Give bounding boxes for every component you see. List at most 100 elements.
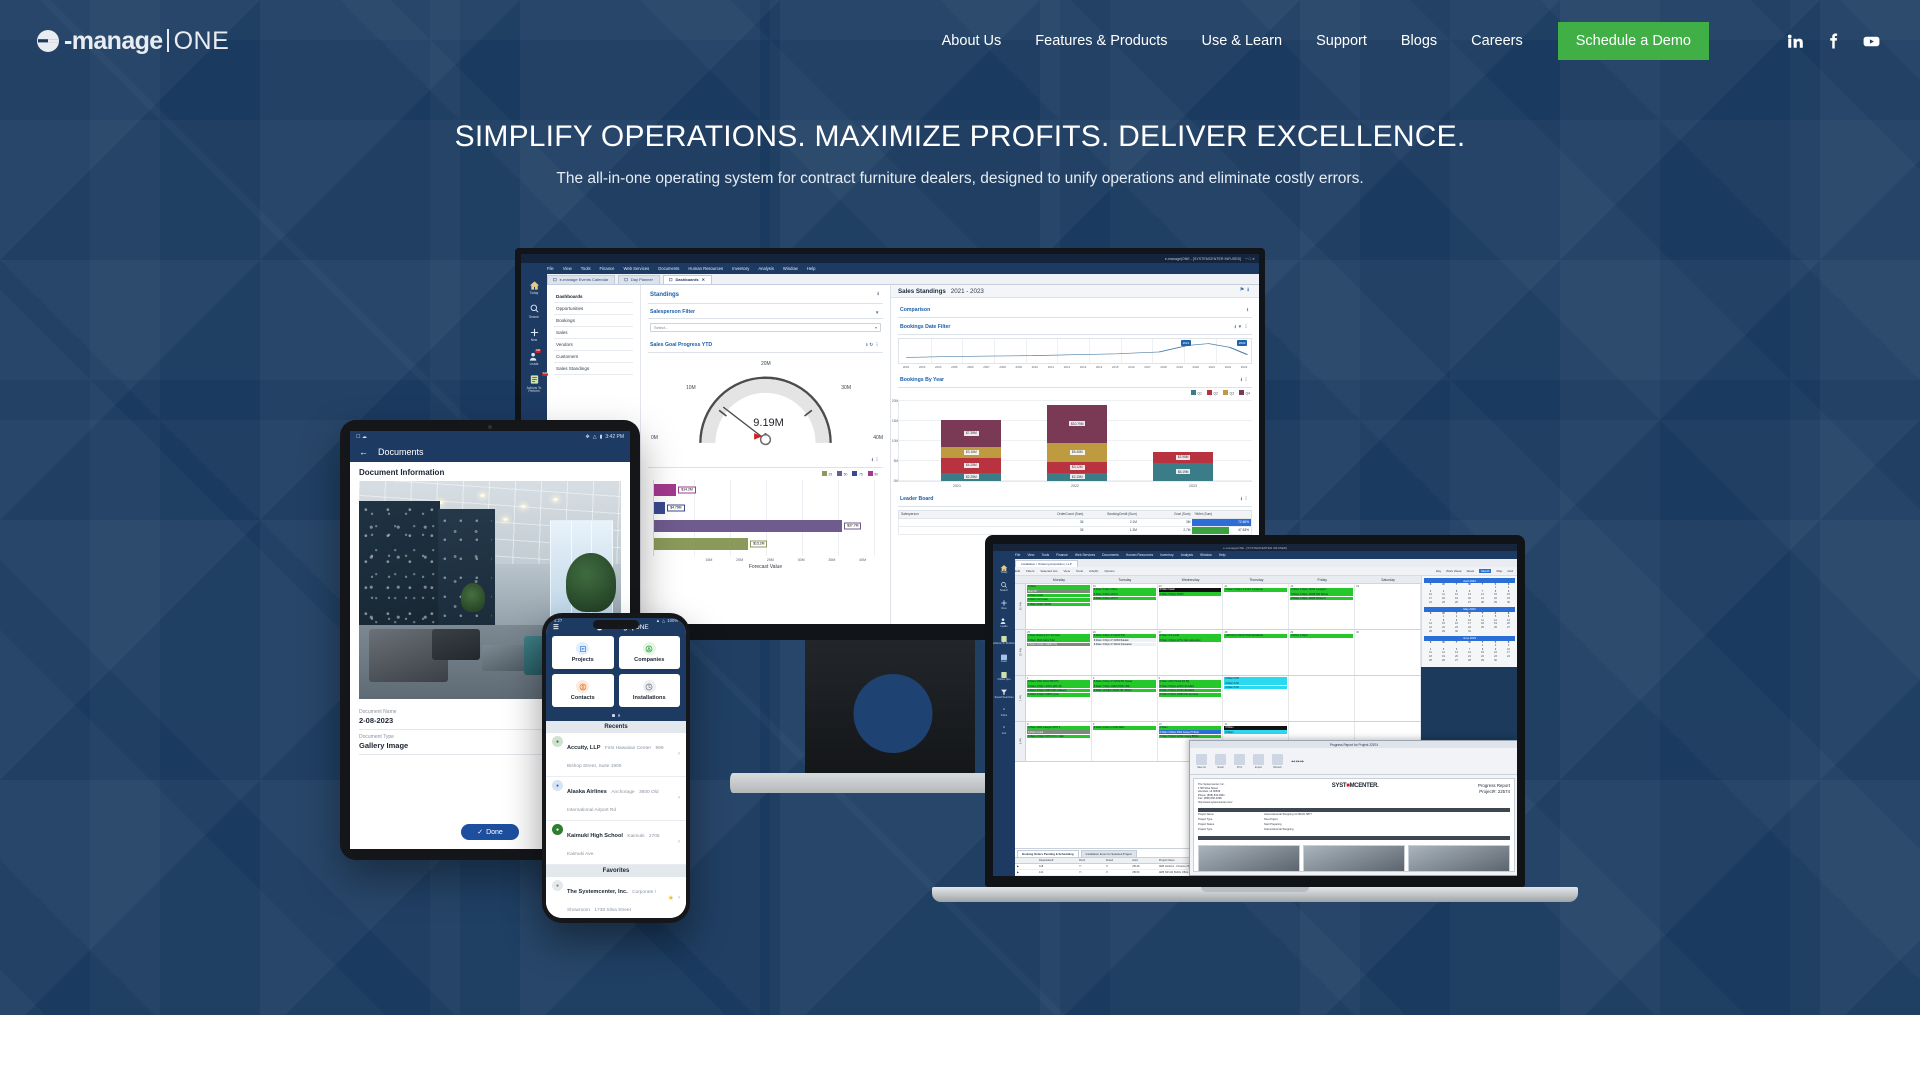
laptop-men-finance[interactable]: Finance xyxy=(1056,553,1068,557)
view-week[interactable]: Week xyxy=(1467,569,1475,573)
facebook-icon[interactable] xyxy=(1822,30,1844,52)
timeline-plot[interactable]: 2021 2023 xyxy=(898,338,1252,364)
toolbar-adv[interactable]: Adv(R) xyxy=(1089,569,1098,573)
arrow-left-icon[interactable]: ← xyxy=(359,447,368,457)
table-row[interactable]: 35 1.3M 2.7M 47.63% xyxy=(898,526,1252,535)
ribbon-save-as[interactable]: Save As xyxy=(1196,753,1207,769)
toolbar-filters[interactable]: Filters xyxy=(1026,569,1034,573)
comparison-export-icon[interactable]: ⭳ xyxy=(1247,306,1250,314)
laptop-rail-new[interactable]: New xyxy=(1000,599,1009,611)
menu-window[interactable]: Window xyxy=(783,266,798,271)
report-pager[interactable]: ◀◀ ◀ ▶ ▶▶ xyxy=(1291,760,1304,763)
nav-bookings[interactable]: Bookings xyxy=(554,315,633,327)
ribbon-email[interactable]: Email xyxy=(1215,753,1226,769)
close-icon[interactable]: ✕ xyxy=(702,277,705,282)
menu-human-resources[interactable]: Human Resources xyxy=(688,266,723,271)
view-day[interactable]: Day xyxy=(1436,569,1441,573)
ribbon-print[interactable]: Print xyxy=(1234,753,1245,769)
laptop-menu-web-services[interactable]: Web Services xyxy=(1075,553,1095,557)
bookings-actions-icon[interactable]: ⭳⋮ xyxy=(1241,376,1250,384)
menu-tools[interactable]: Tools xyxy=(581,266,591,271)
tab-booking-orders[interactable]: Booking Orders Pending & Scheduling xyxy=(1017,850,1079,857)
rail-item-search[interactable]: Search xyxy=(528,303,540,320)
nav-item-about-us[interactable]: About Us xyxy=(925,21,1019,61)
header-actions-icon[interactable]: ⚑⭳ xyxy=(1240,287,1252,295)
leaderboard-actions-icon[interactable]: ⭳⋮ xyxy=(1241,495,1250,503)
laptop-rail-inst[interactable]: ⚙ Inst xyxy=(1000,724,1009,736)
rail-item-today[interactable]: Today xyxy=(528,279,540,296)
menu-finance[interactable]: Finance xyxy=(600,266,615,271)
toolbar-edit[interactable]: Edit xyxy=(1015,569,1020,573)
date-filter-actions-icon[interactable]: ⭳▼⋮ xyxy=(1234,323,1250,331)
laptop-rail-leads[interactable]: Leads xyxy=(1000,617,1009,629)
youtube-icon[interactable] xyxy=(1860,30,1882,52)
mini-calendar[interactable]: June 2023 SMT WTFS 123 4 5 6 7 8 9 10 11 12 13 14… xyxy=(1424,635,1515,662)
list-item[interactable]: ● Kaimuki High School Kaimuki 2705 Kaimu… xyxy=(546,821,686,865)
list-item[interactable]: ● Accuity, LLP First Hawaiian Center 999… xyxy=(546,733,686,777)
view-work-week[interactable]: Work Week xyxy=(1446,569,1461,573)
toolbar-selected-list[interactable]: Selected List xyxy=(1040,569,1057,573)
nav-customers[interactable]: Customers xyxy=(554,351,633,363)
nav-opportunities[interactable]: Opportunities xyxy=(554,303,633,315)
laptop-menu-analysis[interactable]: Analysis xyxy=(1181,553,1193,557)
laptop-menu-view[interactable]: View xyxy=(1027,553,1034,557)
view-month[interactable]: Month xyxy=(1479,569,1492,573)
module-installations[interactable]: Installations xyxy=(618,674,680,707)
laptop-menu-tools[interactable]: Tools xyxy=(1041,553,1049,557)
star-icon[interactable]: ★ xyxy=(668,894,674,902)
mini-calendar[interactable]: April 2023 SMT WTFS 12 3456789 10 11 12 13 1… xyxy=(1424,578,1515,604)
date-filter-from-pill[interactable]: 2021 xyxy=(1180,340,1192,346)
module-contacts[interactable]: Contacts xyxy=(552,674,614,707)
tab-installation-items[interactable]: Installation Items for Selected Project xyxy=(1080,850,1137,857)
nav-sales-standings[interactable]: Sales Standings xyxy=(554,363,633,375)
view-grid[interactable]: Grid xyxy=(1507,569,1513,573)
hamburger-icon[interactable]: ☰ xyxy=(553,623,559,631)
carousel-dots[interactable] xyxy=(546,714,686,721)
toolbar-options[interactable]: Options xyxy=(1104,569,1114,573)
table-row[interactable]: 36 2.1M 3M 72.66% xyxy=(898,518,1252,527)
rail-item-new[interactable]: New xyxy=(528,326,540,343)
view-map[interactable]: Map xyxy=(1496,569,1502,573)
forecast-actions-icon[interactable]: ⭳⋮ xyxy=(872,456,881,464)
nav-item-use-learn[interactable]: Use & Learn xyxy=(1184,21,1299,61)
date-filter-to-pill[interactable]: 2023 xyxy=(1236,340,1248,346)
tab-events-calendar[interactable]: ☐ e-manage Events Calendar xyxy=(547,274,616,284)
laptop-rail-search[interactable]: Search xyxy=(1000,581,1009,593)
linkedin-icon[interactable] xyxy=(1784,30,1806,52)
list-item[interactable]: ● The Systemcenter, Inc. Corporate / Sho… xyxy=(546,877,686,918)
module-companies[interactable]: Companies xyxy=(618,636,680,669)
gauge-actions-icon[interactable]: ⭳↻⋮ xyxy=(866,341,881,349)
module-projects[interactable]: Projects xyxy=(552,636,614,669)
nav-item-blogs[interactable]: Blogs xyxy=(1384,21,1454,61)
laptop-rail-inbox[interactable]: ✉ Inbox xyxy=(1000,706,1009,718)
nav-item-careers[interactable]: Careers xyxy=(1454,21,1540,61)
tab-day-planner[interactable]: ☐ Day Planner xyxy=(618,274,660,284)
menu-analysis[interactable]: Analysis xyxy=(758,266,774,271)
list-item[interactable]: ● Alaska Airlines Anchorage 3600 Old Int… xyxy=(546,777,686,821)
laptop-rail-avail[interactable]: Avail. xyxy=(1000,652,1009,664)
nav-item-support[interactable]: Support xyxy=(1299,21,1384,61)
ribbon-export[interactable]: Export xyxy=(1253,753,1264,769)
laptop-menu-inventory[interactable]: Inventory xyxy=(1160,553,1174,557)
laptop-menu-human-resources[interactable]: Human Resources xyxy=(1126,553,1153,557)
logo[interactable]: -manage ONE xyxy=(35,28,229,54)
laptop-menu-documents[interactable]: Documents xyxy=(1102,553,1119,557)
nav-sales[interactable]: Sales xyxy=(554,327,633,339)
done-button[interactable]: ✓ Done xyxy=(461,824,519,840)
mini-calendar[interactable]: May 2023 SMT WTFS 123456 7 8 9 10 11 12 13 14 1… xyxy=(1424,606,1515,633)
nav-vendors[interactable]: Vendors xyxy=(554,339,633,351)
rail-item-actions[interactable]: 526 Actions To Perform xyxy=(521,373,548,394)
nav-dashboards[interactable]: Dashboards xyxy=(554,291,633,303)
laptop-rail-actions[interactable]: Actions To Perform xyxy=(993,634,1015,646)
toolbar-view[interactable]: View xyxy=(1064,569,1070,573)
laptop-menu-help[interactable]: Help xyxy=(1219,553,1226,557)
menu-inventory[interactable]: Inventory xyxy=(732,266,749,271)
rail-item-leads[interactable]: 198 Leads xyxy=(528,349,541,367)
laptop-active-tab[interactable]: Installation / Ordering Acquisition, LLP xyxy=(1015,560,1078,567)
menu-help[interactable]: Help xyxy=(807,266,816,271)
menu-documents[interactable]: Documents xyxy=(658,266,679,271)
salesperson-select[interactable]: Select... ▾ xyxy=(650,323,881,332)
laptop-menu-window[interactable]: Window xyxy=(1200,553,1212,557)
schedule-demo-button[interactable]: Schedule a Demo xyxy=(1557,22,1709,60)
laptop-rail-saved-searches[interactable]: Saved Searches xyxy=(994,688,1014,700)
